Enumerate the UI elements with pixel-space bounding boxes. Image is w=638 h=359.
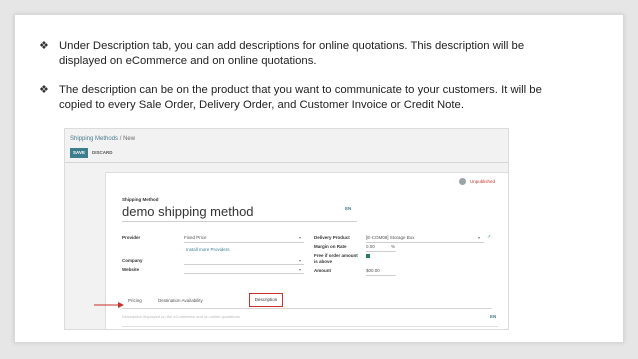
slide: ❖ Under Description tab, you can add des… xyxy=(0,0,638,359)
bullet-1: ❖ Under Description tab, you can add des… xyxy=(39,39,559,71)
amount-underline xyxy=(366,275,396,276)
description-underline xyxy=(122,326,498,327)
control-panel-divider xyxy=(65,162,508,163)
margin-input[interactable]: 0.00 xyxy=(366,244,375,249)
bullet-marker-icon: ❖ xyxy=(39,40,49,52)
annotation-arrow-icon xyxy=(94,302,124,308)
company-input[interactable] xyxy=(184,264,304,265)
provider-underline xyxy=(184,242,304,243)
breadcrumb-parent[interactable]: Shipping Methods xyxy=(70,136,118,142)
form-sheet: Unpublished Shipping Method demo shippin… xyxy=(105,172,508,329)
amount-input[interactable]: $00.00 xyxy=(366,268,380,273)
tab-destination-availability[interactable]: Destination Availability xyxy=(158,298,203,303)
shipping-method-name-input[interactable]: demo shipping method xyxy=(122,204,254,219)
margin-underline xyxy=(366,251,396,252)
chevron-down-icon[interactable]: ▾ xyxy=(299,258,301,263)
install-providers-link[interactable]: Install more Providers xyxy=(186,247,230,252)
free-over-checkbox[interactable] xyxy=(366,254,370,258)
embedded-screenshot: Shipping Methods / New SAVE DISCARD Unpu… xyxy=(64,128,509,330)
margin-label: Margin on Rate xyxy=(314,244,347,249)
tab-description[interactable]: Description xyxy=(249,293,283,307)
provider-select[interactable]: Fixed Price xyxy=(184,235,207,240)
amount-label: Amount xyxy=(314,268,331,273)
margin-unit: % xyxy=(391,244,396,249)
publish-status[interactable]: Unpublished xyxy=(470,179,495,184)
breadcrumb-current: New xyxy=(123,136,136,142)
slide-card: ❖ Under Description tab, you can add des… xyxy=(14,14,624,343)
external-link-icon[interactable]: ↗ xyxy=(487,234,491,240)
free-over-label: Free if order amount is above xyxy=(314,253,358,264)
delivery-product-underline xyxy=(366,242,484,243)
tab-pricing[interactable]: Pricing xyxy=(128,298,142,303)
tabs-divider xyxy=(122,308,492,309)
bullet-marker-icon: ❖ xyxy=(39,84,49,96)
bullet-2: ❖ The description can be on the product … xyxy=(39,83,559,115)
provider-label: Provider xyxy=(122,235,141,240)
website-input[interactable] xyxy=(184,273,304,274)
save-button[interactable]: SAVE xyxy=(70,148,88,158)
website-label: Website xyxy=(122,267,140,272)
chevron-down-icon[interactable]: ▾ xyxy=(478,235,480,240)
shipping-method-label: Shipping Method xyxy=(122,197,159,202)
language-button[interactable]: EN xyxy=(345,206,351,211)
description-language-button[interactable]: EN xyxy=(490,314,496,319)
delivery-product-select[interactable]: [E-COM08] Storage Box xyxy=(366,235,415,240)
name-underline xyxy=(122,221,357,222)
chevron-down-icon[interactable]: ▾ xyxy=(299,235,301,240)
delivery-product-label: Delivery Product xyxy=(314,235,350,240)
chevron-down-icon[interactable]: ▾ xyxy=(299,267,301,272)
company-label: Company xyxy=(122,258,143,263)
bullet-2-text: The description can be on the product th… xyxy=(59,84,542,111)
breadcrumb: Shipping Methods / New xyxy=(70,136,135,142)
bullet-1-text: Under Description tab, you can add descr… xyxy=(59,40,525,67)
discard-button[interactable]: DISCARD xyxy=(92,148,113,158)
globe-icon[interactable] xyxy=(459,178,466,185)
description-input[interactable]: Description displayed on the eCommerce a… xyxy=(122,314,241,319)
